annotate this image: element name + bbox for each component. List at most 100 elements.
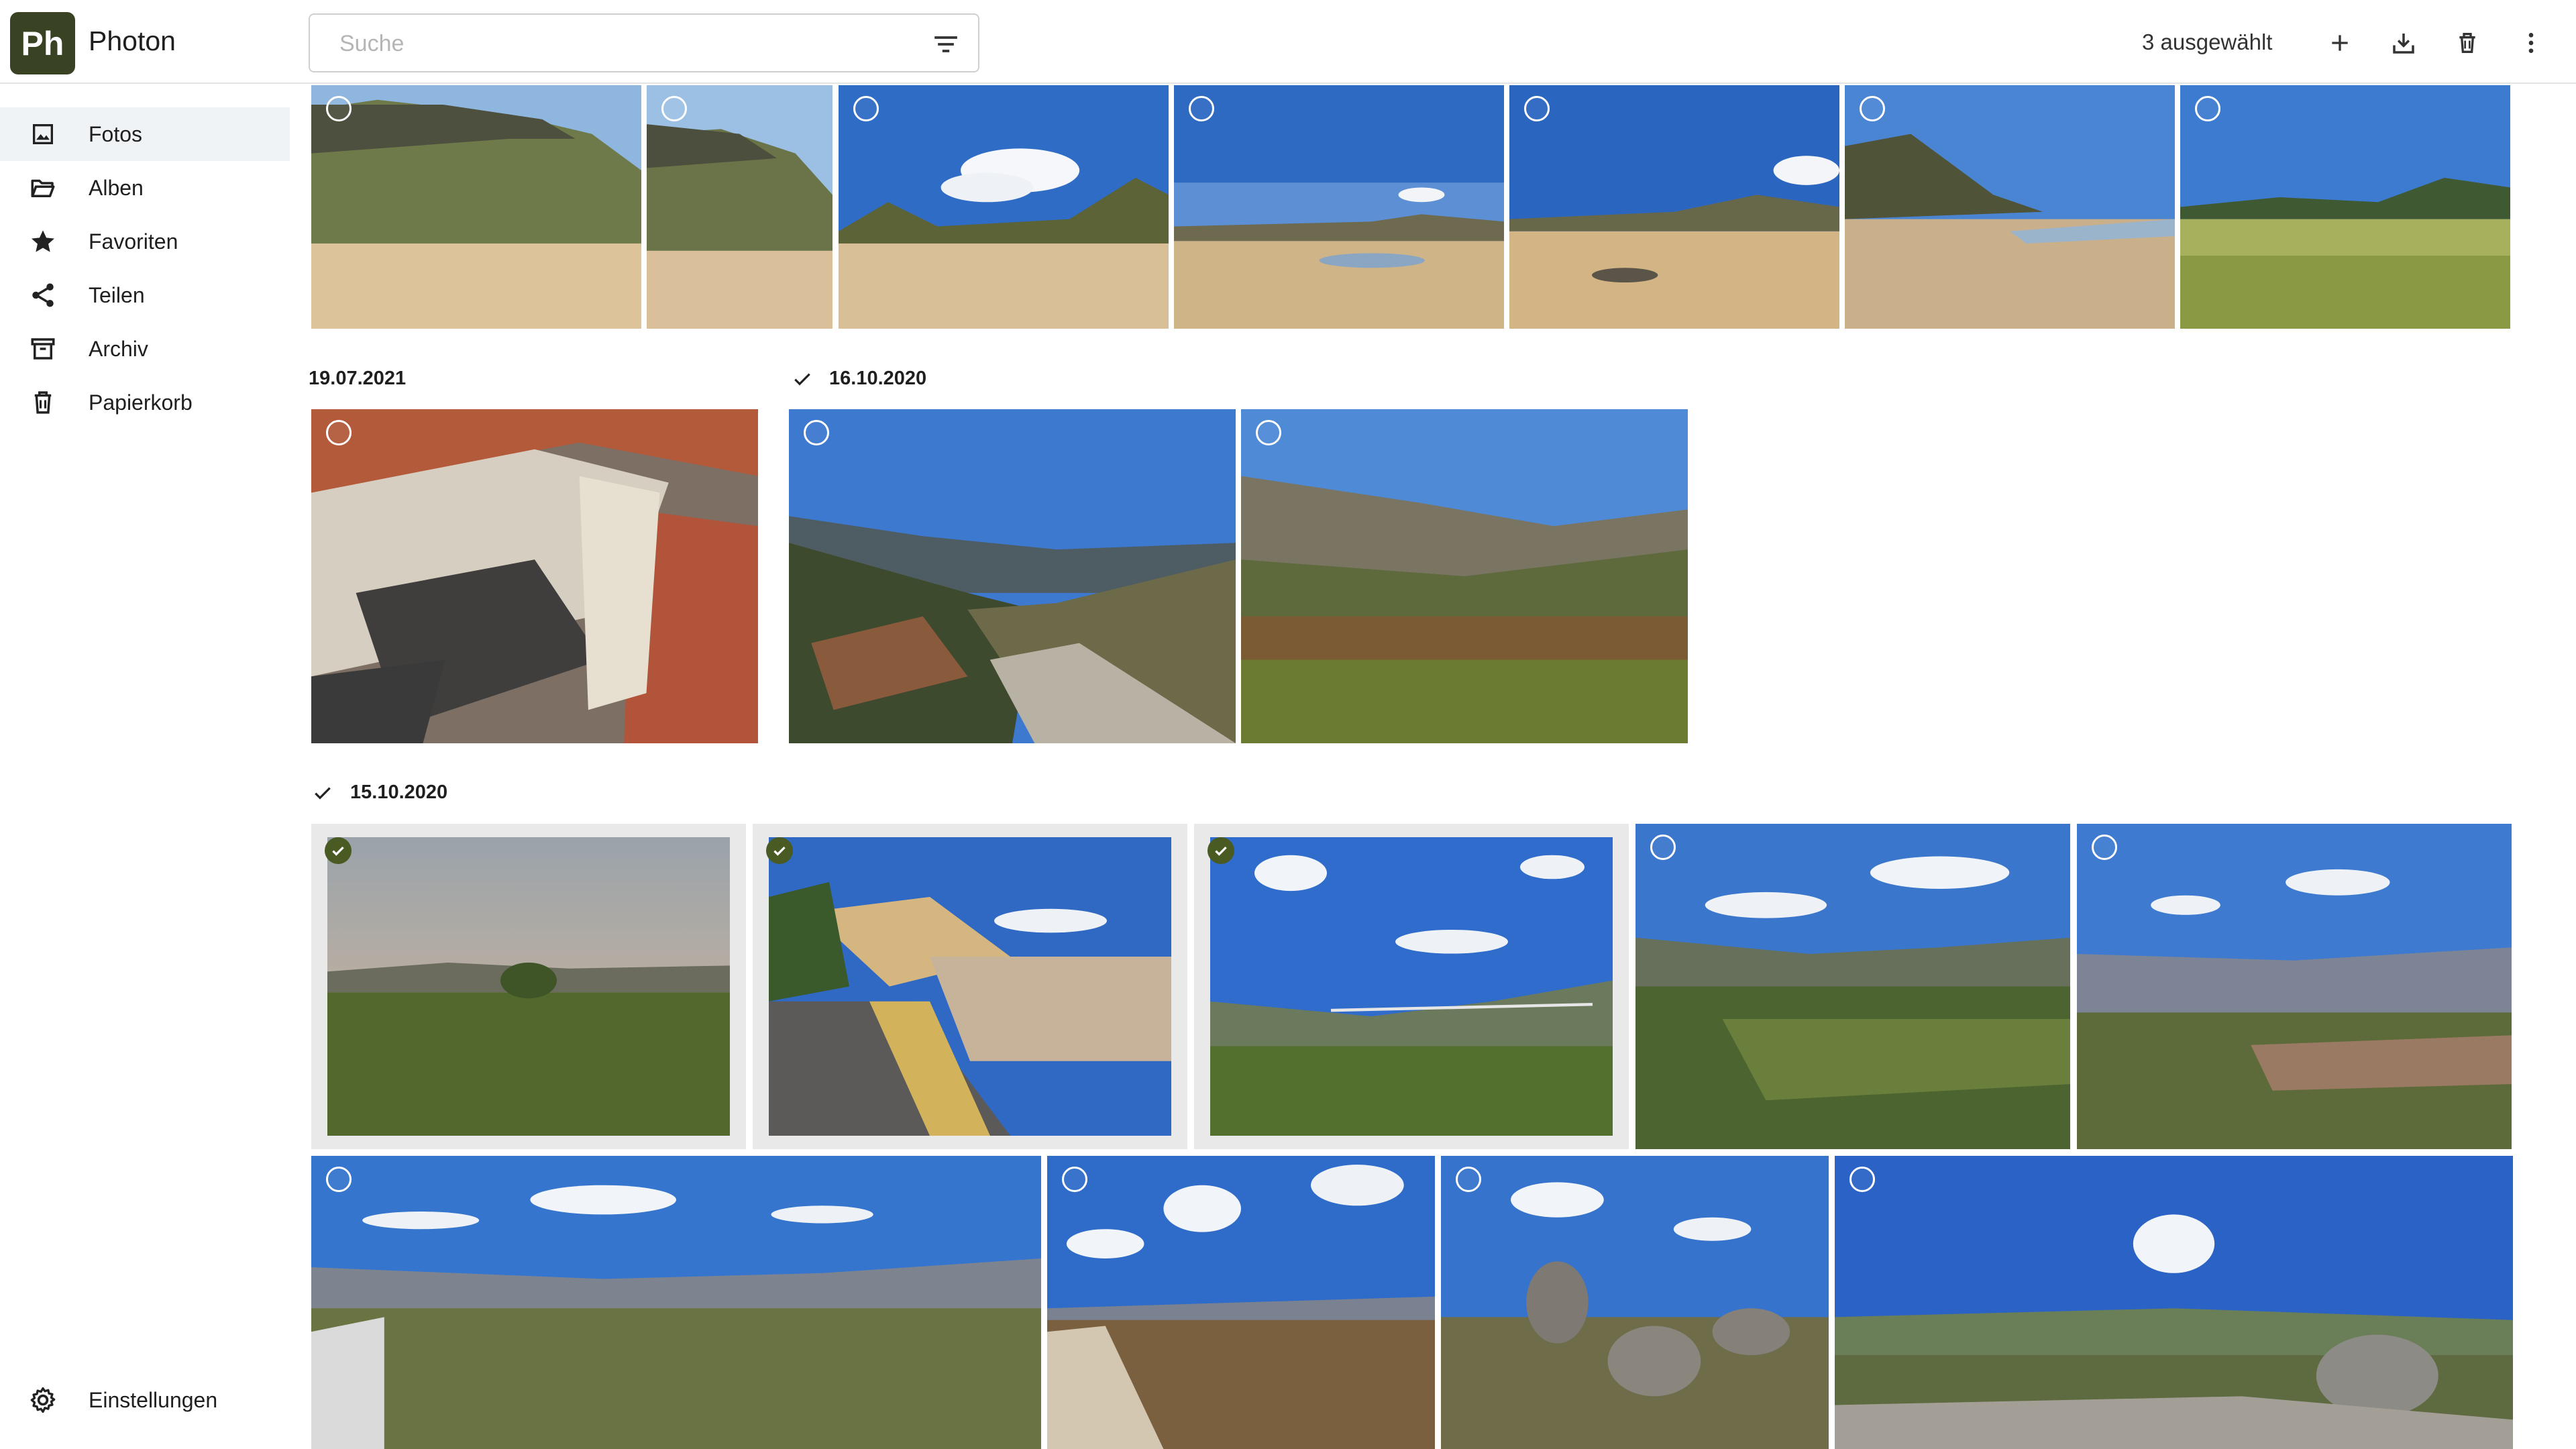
more-vert-icon xyxy=(2528,33,2534,53)
delete-button[interactable] xyxy=(2449,24,2486,62)
sidebar-item-papierkorb[interactable]: Papierkorb xyxy=(0,376,290,429)
photo-image xyxy=(1174,85,1504,329)
selected-check-icon[interactable] xyxy=(1208,837,1234,864)
sidebar-item-label: Fotos xyxy=(89,121,143,146)
check-icon xyxy=(794,373,810,386)
photo-thumbnail[interactable] xyxy=(1174,85,1504,329)
photo-thumbnail[interactable] xyxy=(311,85,641,329)
photo-image xyxy=(311,1156,1041,1449)
more-options-button[interactable] xyxy=(2512,24,2550,62)
select-circle[interactable] xyxy=(1524,96,1550,121)
filter-icon xyxy=(934,36,957,52)
photo-image xyxy=(647,85,833,329)
photo-thumbnail[interactable] xyxy=(647,85,833,329)
photo-thumbnail-selected[interactable] xyxy=(311,824,746,1149)
folder-open-icon xyxy=(27,172,59,204)
select-circle[interactable] xyxy=(661,96,687,121)
group-date-label: 15.10.2020 xyxy=(350,782,448,803)
photo-thumbnail[interactable] xyxy=(1241,409,1688,743)
select-circle[interactable] xyxy=(1650,835,1676,860)
photo-thumbnail[interactable] xyxy=(839,85,1169,329)
app-name: Photon xyxy=(89,25,176,56)
photo-image xyxy=(1845,85,2175,329)
download-icon xyxy=(2393,34,2414,54)
gear-icon xyxy=(27,1384,59,1416)
photo-image xyxy=(311,85,641,329)
photo-image xyxy=(1210,837,1613,1136)
photo-icon xyxy=(27,118,59,150)
sidebar-item-label: Teilen xyxy=(89,282,145,307)
sidebar-item-label: Papierkorb xyxy=(89,390,193,415)
selected-check-icon[interactable] xyxy=(325,837,352,864)
photo-image xyxy=(311,409,758,743)
photo-thumbnail[interactable] xyxy=(1441,1156,1829,1449)
sidebar-item-label: Favoriten xyxy=(89,229,178,254)
photo-thumbnail[interactable] xyxy=(2077,824,2512,1149)
photo-image xyxy=(327,837,730,1136)
photo-thumbnail[interactable] xyxy=(1509,85,1839,329)
photo-image xyxy=(2180,85,2510,329)
selected-count: 3 ausgewählt xyxy=(2142,30,2273,54)
download-button[interactable] xyxy=(2385,24,2422,62)
share-icon xyxy=(27,279,59,311)
select-circle[interactable] xyxy=(853,96,879,121)
photo-image xyxy=(1047,1156,1435,1449)
sidebar-item-archiv[interactable]: Archiv xyxy=(0,322,290,376)
select-circle[interactable] xyxy=(326,96,352,121)
selected-check-icon[interactable] xyxy=(766,837,793,864)
select-circle[interactable] xyxy=(1456,1167,1481,1192)
select-circle[interactable] xyxy=(326,1167,352,1192)
archive-icon xyxy=(27,333,59,365)
sidebar-item-alben[interactable]: Alben xyxy=(0,161,290,215)
sidebar-item-einstellungen[interactable]: Einstellungen xyxy=(0,1373,290,1427)
select-circle[interactable] xyxy=(2092,835,2117,860)
photo-image xyxy=(1635,824,2070,1149)
photo-image xyxy=(839,85,1169,329)
select-circle[interactable] xyxy=(1189,96,1214,121)
select-circle[interactable] xyxy=(2195,96,2220,121)
trash-icon xyxy=(2459,33,2475,53)
search-input[interactable] xyxy=(339,28,876,59)
photo-image xyxy=(2077,824,2512,1149)
photo-image xyxy=(769,837,1171,1136)
top-bar: Ph Photon 3 ausgewählt xyxy=(0,0,2576,84)
sidebar-item-label: Einstellungen xyxy=(89,1387,218,1412)
photo-image xyxy=(1835,1156,2513,1449)
sidebar: Fotos Alben Favoriten Teilen Archiv Papi… xyxy=(0,85,290,1449)
photo-thumbnail[interactable] xyxy=(2180,85,2510,329)
star-icon xyxy=(27,225,59,258)
photo-thumbnail[interactable] xyxy=(311,409,758,743)
photo-thumbnail[interactable] xyxy=(1845,85,2175,329)
sidebar-item-label: Archiv xyxy=(89,336,148,361)
photo-thumbnail-selected[interactable] xyxy=(1194,824,1629,1149)
trash-icon xyxy=(27,386,59,419)
select-circle[interactable] xyxy=(1849,1167,1875,1192)
photo-image xyxy=(1509,85,1839,329)
photo-thumbnail[interactable] xyxy=(311,1156,1041,1449)
plus-icon xyxy=(2332,35,2348,51)
group-date-label: 16.10.2020 xyxy=(829,368,927,389)
select-circle[interactable] xyxy=(1256,420,1281,445)
photo-thumbnail[interactable] xyxy=(1635,824,2070,1149)
photo-thumbnail-selected[interactable] xyxy=(753,824,1187,1149)
sidebar-item-fotos[interactable]: Fotos xyxy=(0,107,290,161)
filter-button[interactable] xyxy=(930,28,962,60)
select-circle[interactable] xyxy=(804,420,829,445)
group-select-check[interactable] xyxy=(789,366,816,392)
photo-thumbnail[interactable] xyxy=(1835,1156,2513,1449)
photo-thumbnail[interactable] xyxy=(1047,1156,1435,1449)
add-button[interactable] xyxy=(2321,24,2359,62)
sidebar-item-label: Alben xyxy=(89,175,144,200)
select-circle[interactable] xyxy=(1860,96,1885,121)
select-circle[interactable] xyxy=(1062,1167,1087,1192)
search-box[interactable] xyxy=(309,13,979,72)
group-date-label: 19.07.2021 xyxy=(309,368,407,389)
photo-thumbnail[interactable] xyxy=(789,409,1236,743)
group-select-check[interactable] xyxy=(309,780,336,806)
check-icon xyxy=(315,787,331,800)
photo-image xyxy=(789,409,1236,743)
select-circle[interactable] xyxy=(326,420,352,445)
sidebar-item-teilen[interactable]: Teilen xyxy=(0,268,290,322)
sidebar-item-favoriten[interactable]: Favoriten xyxy=(0,215,290,268)
app-logo[interactable]: Ph xyxy=(10,12,75,74)
